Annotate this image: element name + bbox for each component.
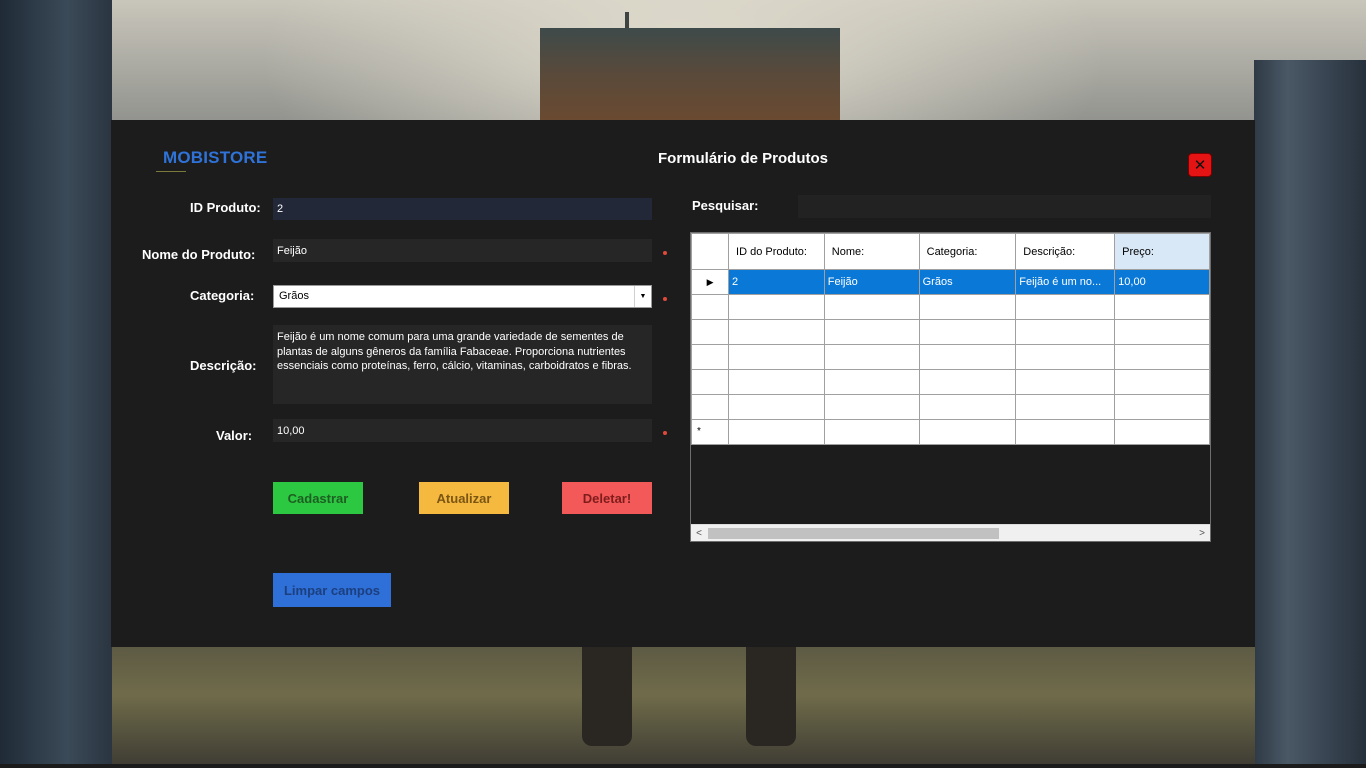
table-cell[interactable] bbox=[1114, 369, 1210, 395]
table-row[interactable]: ▶ 2 Feijão Grãos Feijão é um no... 10,00 bbox=[691, 269, 1210, 295]
table-cell[interactable] bbox=[1015, 394, 1116, 420]
column-header-id[interactable]: ID do Produto: bbox=[728, 233, 825, 270]
table-cell[interactable] bbox=[1015, 419, 1116, 445]
row-header[interactable] bbox=[691, 369, 730, 395]
table-cell[interactable] bbox=[823, 394, 920, 420]
background-building bbox=[540, 12, 840, 123]
table-cell[interactable] bbox=[918, 419, 1017, 445]
grid-corner-cell[interactable] bbox=[691, 233, 730, 270]
close-icon: ✕ bbox=[1193, 155, 1207, 174]
table-cell[interactable] bbox=[918, 369, 1017, 395]
row-pointer-icon: ▶ bbox=[706, 276, 714, 287]
logo-underline bbox=[156, 171, 186, 172]
background-boot-right bbox=[746, 646, 796, 746]
table-cell[interactable] bbox=[728, 419, 825, 445]
table-cell[interactable] bbox=[1015, 319, 1116, 345]
delete-button[interactable]: Deletar! bbox=[562, 482, 652, 514]
table-row-empty[interactable] bbox=[691, 394, 1210, 420]
column-header-category[interactable]: Categoria: bbox=[918, 233, 1017, 270]
required-indicator-value bbox=[663, 431, 667, 435]
table-cell[interactable] bbox=[823, 294, 920, 320]
table-cell[interactable] bbox=[1015, 369, 1116, 395]
table-cell[interactable] bbox=[918, 344, 1017, 370]
cell-name[interactable]: Feijão bbox=[823, 269, 920, 295]
required-indicator-category bbox=[663, 297, 667, 301]
category-label: Categoria: bbox=[190, 288, 255, 303]
table-cell[interactable] bbox=[728, 394, 825, 420]
value-label: Valor: bbox=[216, 428, 253, 443]
description-label: Descrição: bbox=[190, 358, 257, 373]
cell-price[interactable]: 10,00 bbox=[1114, 269, 1210, 295]
clear-fields-button[interactable]: Limpar campos bbox=[273, 573, 391, 607]
table-cell[interactable] bbox=[918, 294, 1017, 320]
table-cell[interactable] bbox=[728, 344, 825, 370]
table-cell[interactable] bbox=[1114, 394, 1210, 420]
description-field[interactable]: Feijão é um nome comum para uma grande v… bbox=[273, 325, 652, 404]
row-header[interactable]: * bbox=[691, 419, 730, 445]
scroll-right-icon[interactable]: > bbox=[1194, 525, 1210, 541]
cell-description[interactable]: Feijão é um no... bbox=[1015, 269, 1116, 295]
table-cell[interactable] bbox=[1015, 294, 1116, 320]
required-indicator-name bbox=[663, 251, 667, 255]
table-cell[interactable] bbox=[918, 319, 1017, 345]
table-row-empty[interactable] bbox=[691, 319, 1210, 345]
table-cell[interactable] bbox=[1114, 344, 1210, 370]
table-cell[interactable] bbox=[728, 319, 825, 345]
table-cell[interactable] bbox=[1114, 419, 1210, 445]
column-header-price[interactable]: Preço: bbox=[1114, 233, 1210, 270]
background-wall-left bbox=[0, 0, 112, 768]
table-cell[interactable] bbox=[823, 344, 920, 370]
row-header[interactable] bbox=[691, 319, 730, 345]
table-cell[interactable] bbox=[1015, 344, 1116, 370]
table-row-empty[interactable] bbox=[691, 369, 1210, 395]
table-header-row: ID do Produto: Nome: Categoria: Descriçã… bbox=[691, 233, 1210, 270]
table-new-row[interactable]: * bbox=[691, 419, 1210, 445]
new-row-asterisk-icon: * bbox=[697, 426, 701, 437]
scroll-left-icon[interactable]: < bbox=[691, 525, 707, 541]
name-field[interactable] bbox=[273, 239, 652, 262]
close-button[interactable]: ✕ bbox=[1188, 153, 1212, 177]
value-field[interactable] bbox=[273, 419, 652, 442]
row-header[interactable] bbox=[691, 344, 730, 370]
background-boot-left bbox=[582, 646, 632, 746]
table-row-empty[interactable] bbox=[691, 344, 1210, 370]
search-label: Pesquisar: bbox=[692, 198, 759, 213]
table-cell[interactable] bbox=[823, 319, 920, 345]
row-header[interactable]: ▶ bbox=[691, 269, 730, 295]
table-cell[interactable] bbox=[1114, 294, 1210, 320]
update-button[interactable]: Atualizar bbox=[419, 482, 509, 514]
register-button[interactable]: Cadastrar bbox=[273, 482, 363, 514]
id-field[interactable] bbox=[273, 198, 652, 220]
row-header[interactable] bbox=[691, 394, 730, 420]
table-cell[interactable] bbox=[823, 369, 920, 395]
table-row-empty[interactable] bbox=[691, 294, 1210, 320]
app-logo: MOBISTORE bbox=[163, 148, 268, 167]
category-selected-value: Grãos bbox=[279, 290, 309, 302]
scrollbar-thumb[interactable] bbox=[708, 528, 999, 539]
page-title: Formulário de Produtos bbox=[658, 150, 829, 167]
chevron-down-icon[interactable]: ▼ bbox=[634, 286, 651, 307]
name-label: Nome do Produto: bbox=[142, 247, 256, 262]
cell-id[interactable]: 2 bbox=[728, 269, 825, 295]
table-cell[interactable] bbox=[1114, 319, 1210, 345]
background-ground bbox=[112, 646, 1255, 768]
column-header-description[interactable]: Descrição: bbox=[1015, 233, 1116, 270]
taskbar-edge bbox=[0, 764, 1366, 768]
search-input[interactable] bbox=[798, 195, 1211, 218]
table-cell[interactable] bbox=[823, 419, 920, 445]
horizontal-scrollbar[interactable]: < > bbox=[691, 524, 1210, 541]
column-header-name[interactable]: Nome: bbox=[823, 233, 920, 270]
product-form-window: MOBISTORE Formulário de Produtos ✕ ID Pr… bbox=[111, 120, 1255, 647]
category-select[interactable]: Grãos ▼ bbox=[273, 285, 652, 308]
id-label: ID Produto: bbox=[190, 200, 261, 215]
row-header[interactable] bbox=[691, 294, 730, 320]
table-cell[interactable] bbox=[728, 369, 825, 395]
table-cell[interactable] bbox=[918, 394, 1017, 420]
table-cell[interactable] bbox=[728, 294, 825, 320]
cell-category[interactable]: Grãos bbox=[918, 269, 1017, 295]
products-grid[interactable]: ID do Produto: Nome: Categoria: Descriçã… bbox=[690, 232, 1211, 542]
background-wall-right bbox=[1254, 60, 1366, 768]
products-table: ID do Produto: Nome: Categoria: Descriçã… bbox=[691, 233, 1210, 445]
